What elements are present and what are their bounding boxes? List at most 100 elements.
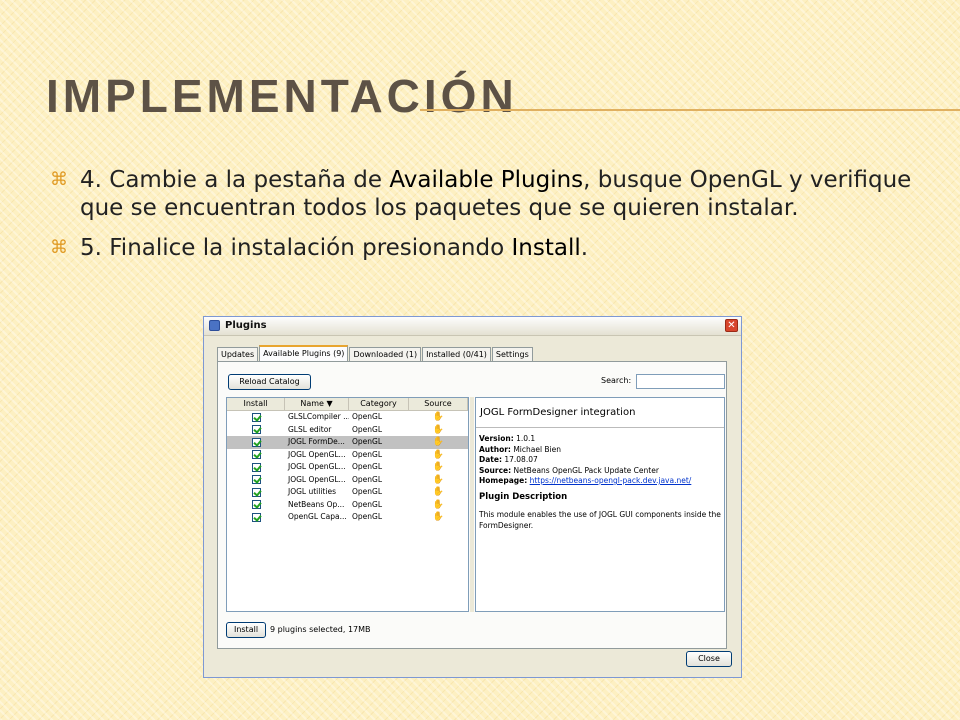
- bullet-mark-icon: ⌘: [50, 169, 68, 190]
- source-icon: ✋: [432, 437, 445, 448]
- install-checkbox[interactable]: [251, 500, 261, 510]
- detail-title: JOGL FormDesigner integration: [476, 398, 724, 428]
- source-icon: ✋: [432, 424, 445, 435]
- source-icon: ✋: [432, 412, 445, 423]
- column-category[interactable]: Category: [349, 398, 409, 410]
- plugin-name: JOGL utilities: [288, 487, 336, 497]
- plugin-category: OpenGL: [352, 424, 383, 434]
- plugin-detail-pane: JOGL FormDesigner integration Version: 1…: [475, 397, 725, 612]
- tab-panel: Reload Catalog Search: Install Name ▼ Ca…: [217, 361, 727, 649]
- install-checkbox[interactable]: [251, 512, 261, 522]
- table-row[interactable]: OpenGL Capa... OpenGL ✋: [227, 511, 468, 524]
- column-install[interactable]: Install: [227, 398, 285, 410]
- install-cell: [227, 487, 285, 497]
- detail-author-value: Michael Bien: [513, 444, 562, 454]
- plugin-name: JOGL OpenGL...: [288, 449, 346, 459]
- install-cell: [227, 475, 285, 485]
- detail-author: Author: Michael Bien: [479, 445, 721, 456]
- detail-date: Date: 17.08.07: [479, 455, 721, 466]
- plugins-table: Install Name ▼ Category Source GLSLCompi…: [226, 397, 469, 612]
- table-row[interactable]: GLSLCompiler ... OpenGL ✋: [227, 411, 468, 424]
- plugin-name: OpenGL Capa...: [288, 512, 347, 522]
- detail-source-key: Source:: [479, 465, 512, 475]
- detail-source-value: NetBeans OpenGL Pack Update Center: [513, 465, 659, 475]
- install-checkbox[interactable]: [251, 475, 261, 485]
- detail-author-key: Author:: [479, 444, 511, 454]
- plugin-category: OpenGL: [352, 512, 383, 522]
- bullet-emphasis: Available Plugins: [389, 167, 584, 193]
- plugin-category: OpenGL: [352, 499, 383, 509]
- install-cell: [227, 412, 285, 422]
- description-heading: Plugin Description: [479, 491, 568, 502]
- bullet-list: ⌘ 4. Cambie a la pestaña de Available Pl…: [50, 166, 950, 274]
- plugin-category: OpenGL: [352, 462, 383, 472]
- window-close-icon[interactable]: ✕: [725, 319, 738, 332]
- plugin-name: GLSL editor: [288, 424, 332, 434]
- table-body: GLSLCompiler ... OpenGL ✋ GLSL editor OpenGL…: [227, 411, 468, 524]
- install-checkbox[interactable]: [251, 487, 261, 497]
- install-checkbox[interactable]: [251, 450, 261, 460]
- tab-downloaded[interactable]: Downloaded (1): [349, 347, 422, 362]
- detail-version-key: Version:: [479, 434, 514, 443]
- detail-homepage: Homepage: https://netbeans-opengl-pack.d…: [479, 476, 721, 487]
- install-checkbox[interactable]: [251, 462, 261, 472]
- detail-source: Source: NetBeans OpenGL Pack Update Cent…: [479, 466, 721, 477]
- table-row[interactable]: JOGL OpenGL... OpenGL ✋: [227, 474, 468, 487]
- column-name[interactable]: Name ▼: [285, 398, 349, 410]
- source-icon: ✋: [432, 449, 445, 460]
- install-cell: [227, 512, 285, 522]
- source-icon: ✋: [432, 512, 445, 523]
- plugin-category: OpenGL: [352, 412, 383, 422]
- slide-title: IMPLEMENTACIÓN: [46, 70, 518, 122]
- plugin-name: JOGL FormDe...: [288, 437, 345, 447]
- plugin-category: OpenGL: [352, 449, 383, 459]
- source-icon: ✋: [432, 487, 445, 498]
- source-icon: ✋: [432, 462, 445, 473]
- table-row[interactable]: JOGL FormDe... OpenGL ✋: [227, 436, 468, 449]
- install-button[interactable]: Install: [226, 622, 266, 638]
- table-row[interactable]: NetBeans Op... OpenGL ✋: [227, 499, 468, 512]
- bullet-mark-icon: ⌘: [50, 237, 68, 258]
- homepage-link[interactable]: https://netbeans-opengl-pack.dev.java.ne…: [530, 476, 692, 485]
- bullet-text-start: 4. Cambie a la pestaña de: [80, 167, 390, 193]
- install-cell: [227, 450, 285, 460]
- install-cell: [227, 425, 285, 435]
- source-icon: ✋: [432, 499, 445, 510]
- table-row[interactable]: JOGL OpenGL... OpenGL ✋: [227, 461, 468, 474]
- column-source[interactable]: Source: [409, 398, 468, 410]
- bullet-item: ⌘ 4. Cambie a la pestaña de Available Pl…: [50, 166, 950, 222]
- bullet-text-end: .: [580, 235, 589, 261]
- plugin-category: OpenGL: [352, 437, 383, 447]
- source-icon: ✋: [432, 474, 445, 485]
- detail-body: Version: 1.0.1 Author: Michael Bien Date…: [476, 428, 724, 537]
- table-row[interactable]: GLSL editor OpenGL ✋: [227, 424, 468, 437]
- window-title: Plugins: [225, 320, 267, 331]
- detail-version-value: 1.0.1: [516, 434, 536, 443]
- window-titlebar[interactable]: Plugins ✕: [204, 317, 741, 336]
- install-checkbox[interactable]: [251, 425, 261, 435]
- plugin-name: GLSLCompiler ...: [288, 412, 349, 422]
- tab-installed[interactable]: Installed (0/41): [422, 347, 491, 362]
- search-label: Search:: [601, 376, 632, 385]
- table-header: Install Name ▼ Category Source: [227, 398, 468, 411]
- bullet-text-start: 5. Finalice la instalación presionando: [80, 235, 512, 261]
- reload-catalog-button[interactable]: Reload Catalog: [228, 374, 311, 390]
- close-button[interactable]: Close: [686, 651, 732, 667]
- table-row[interactable]: JOGL OpenGL... OpenGL ✋: [227, 449, 468, 462]
- detail-version: Version: 1.0.1: [479, 434, 721, 445]
- plugins-window: Plugins ✕ Updates Available Plugins (9) …: [203, 316, 742, 678]
- plugin-name: JOGL OpenGL...: [288, 462, 346, 472]
- tab-settings[interactable]: Settings: [491, 347, 533, 362]
- install-checkbox[interactable]: [251, 412, 261, 422]
- search-input[interactable]: [636, 374, 725, 389]
- selection-status: 9 plugins selected, 17MB: [270, 625, 371, 634]
- split-divider[interactable]: [470, 397, 474, 612]
- install-checkbox[interactable]: [251, 437, 261, 447]
- detail-homepage-key: Homepage:: [479, 476, 528, 485]
- tab-updates[interactable]: Updates: [217, 347, 259, 362]
- plugin-category: OpenGL: [352, 487, 383, 497]
- install-cell: [227, 437, 285, 447]
- install-cell: [227, 462, 285, 472]
- table-row[interactable]: JOGL utilities OpenGL ✋: [227, 486, 468, 499]
- install-cell: [227, 500, 285, 510]
